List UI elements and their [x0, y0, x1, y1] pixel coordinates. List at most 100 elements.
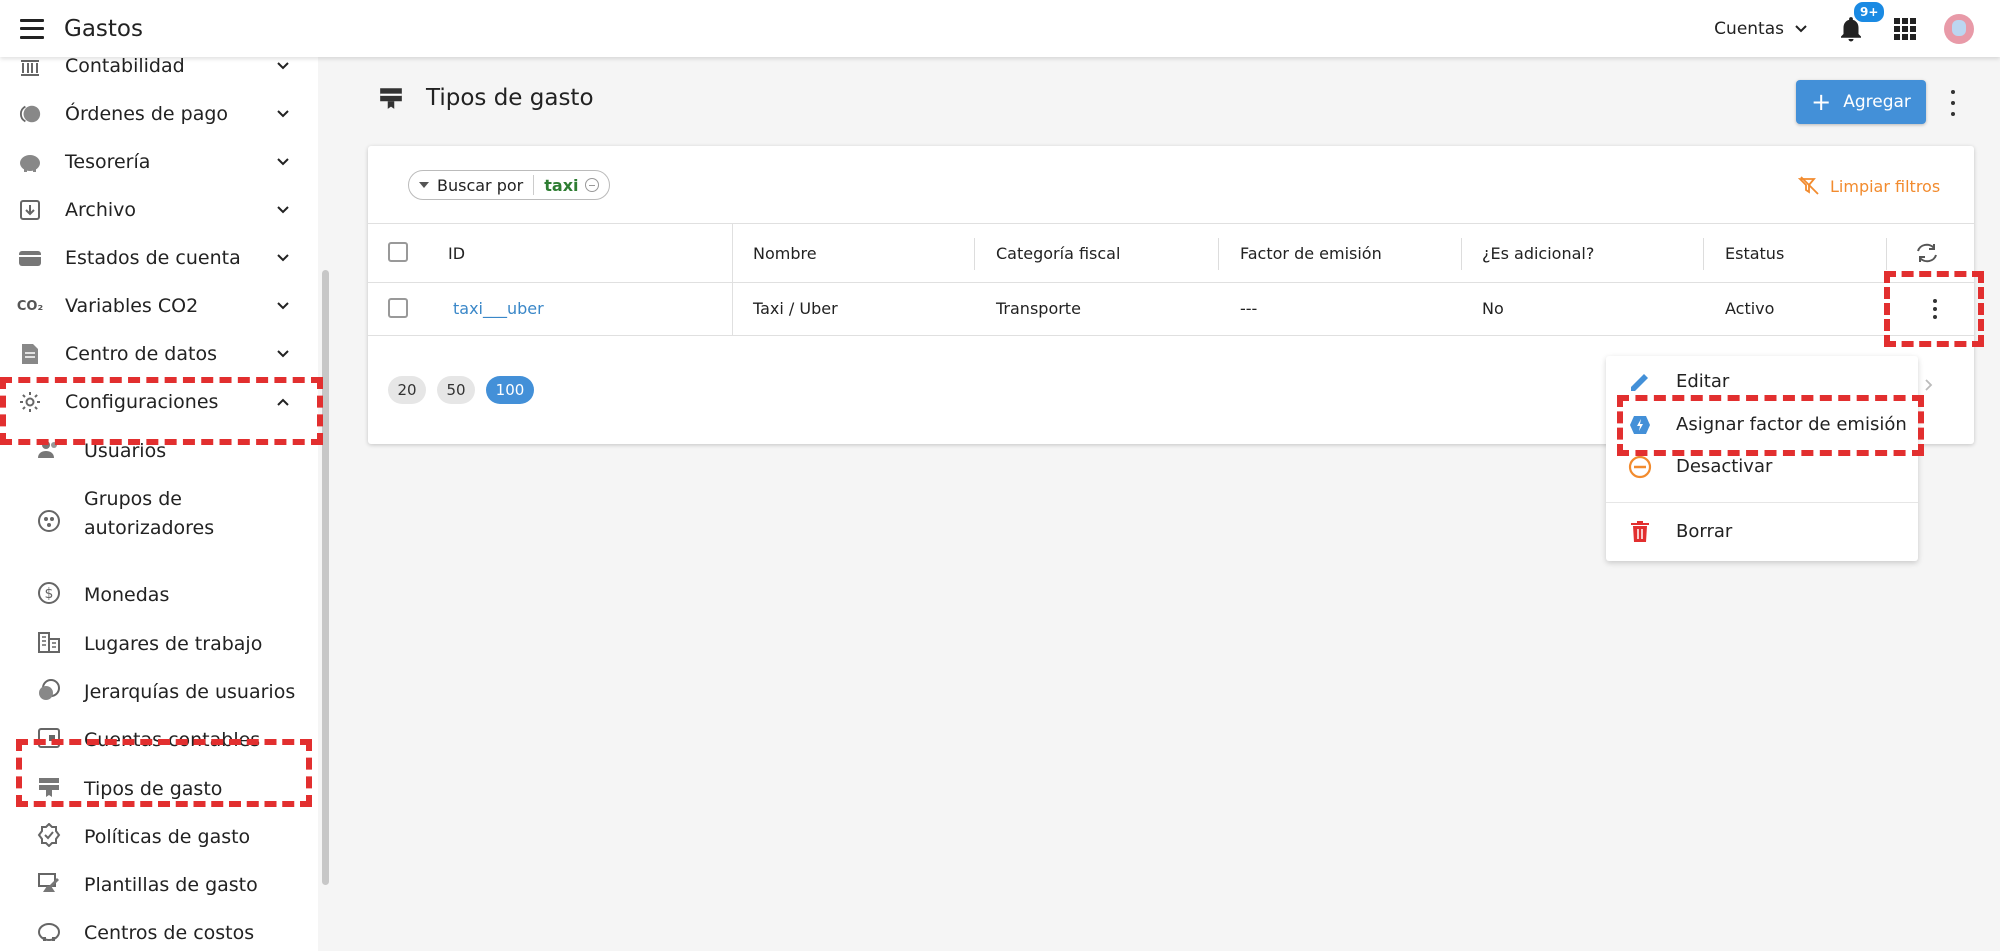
row-checkbox[interactable] [388, 298, 408, 318]
hamburger-menu-icon[interactable] [20, 18, 44, 39]
apps-grid-icon[interactable] [1894, 17, 1916, 40]
column-header-estatus[interactable]: Estatus [1725, 244, 1784, 263]
top-bar-actions: Cuentas 9+ [1714, 0, 2000, 57]
sidebar: Contabilidad Órdenes de pago Tesorería A… [0, 57, 318, 951]
chevron-down-icon [277, 350, 289, 358]
chevron-down-icon [277, 302, 289, 310]
chevron-down-icon [277, 206, 289, 214]
hierarchy-icon [37, 678, 61, 702]
group-icon [37, 509, 61, 533]
column-divider [974, 238, 975, 270]
page-size-20[interactable]: 20 [388, 376, 426, 404]
sidebar-subitem-lugares-de-trabajo[interactable]: Lugares de trabajo [0, 618, 318, 666]
page-title: Tipos de gasto [426, 85, 594, 111]
column-header-es-adicional[interactable]: ¿Es adicional? [1482, 244, 1594, 263]
menu-item-editar[interactable]: Editar [1606, 360, 1918, 404]
minus-circle-icon [1628, 455, 1652, 479]
menu-item-label: Borrar [1676, 521, 1733, 542]
sidebar-subitem-monedas[interactable]: $ Monedas [0, 569, 318, 617]
sidebar-subitem-label: Plantillas de gasto [84, 874, 258, 896]
sidebar-subitem-grupos-de-autorizadores[interactable]: Grupos de autorizadores [0, 483, 318, 561]
row-es-adicional: No [1482, 299, 1504, 318]
sidebar-item-label: Centro de datos [65, 343, 217, 365]
column-header-id[interactable]: ID [448, 244, 465, 263]
sidebar-subitem-politicas-de-gasto[interactable]: Políticas de gasto [0, 811, 318, 859]
users-icon [37, 437, 61, 461]
menu-divider [1606, 502, 1918, 503]
refresh-icon[interactable] [1914, 242, 1940, 264]
sidebar-subitem-plantillas-de-gasto[interactable]: Plantillas de gasto [0, 859, 318, 907]
wallet-icon [18, 246, 42, 270]
sidebar-item-archivo[interactable]: Archivo [0, 186, 318, 234]
chevron-down-icon [277, 254, 289, 262]
sidebar-subitem-usuarios[interactable]: Usuarios [0, 425, 318, 473]
clear-filters-button[interactable]: Limpiar filtros [1798, 176, 1940, 196]
filter-chip[interactable]: Buscar por taxi [408, 170, 610, 200]
page-more-options-icon[interactable] [1948, 90, 1958, 116]
select-all-checkbox[interactable] [388, 242, 408, 262]
sidebar-item-contabilidad[interactable]: Contabilidad [0, 57, 318, 90]
filter-chip-term: taxi [544, 175, 579, 195]
sidebar-subitem-centros-de-costos[interactable]: Centros de costos [0, 907, 318, 951]
menu-item-label: Editar [1676, 371, 1730, 392]
svg-text:$: $ [45, 586, 54, 602]
menu-item-asignar-factor-de-emision[interactable]: Asignar factor de emisión [1606, 403, 1918, 447]
bank-icon [18, 57, 42, 78]
page-header: Tipos de gasto [378, 85, 594, 111]
app-title: Gastos [64, 15, 143, 42]
add-button-label: Agregar [1843, 92, 1911, 112]
row-id-link[interactable]: taxi___uber [453, 299, 544, 318]
sidebar-item-label: Contabilidad [65, 57, 185, 77]
sidebar-item-tesoreria[interactable]: Tesorería [0, 138, 318, 186]
divider [533, 175, 535, 195]
clear-filters-label: Limpiar filtros [1830, 176, 1941, 196]
sidebar-subitem-label: Tipos de gasto [84, 778, 223, 800]
sidebar-scrollbar[interactable] [322, 270, 329, 885]
column-header-nombre[interactable]: Nombre [753, 244, 817, 263]
sidebar-item-label: Tesorería [65, 151, 151, 173]
page-size-100[interactable]: 100 [486, 376, 534, 404]
sidebar-subitem-label: Jerarquías de usuarios [84, 681, 296, 703]
column-header-categoria-fiscal[interactable]: Categoría fiscal [996, 244, 1120, 263]
sidebar-item-estados-de-cuenta[interactable]: Estados de cuenta [0, 234, 318, 282]
sidebar-item-ordenes-de-pago[interactable]: Órdenes de pago [0, 90, 318, 138]
column-divider [1461, 238, 1462, 270]
add-button[interactable]: + Agregar [1796, 80, 1926, 124]
sidebar-subitem-jerarquias-de-usuarios[interactable]: Jerarquías de usuarios [0, 666, 318, 714]
piggy-bank-icon [37, 919, 61, 943]
column-divider [1886, 238, 1887, 270]
building-icon [37, 630, 61, 654]
sidebar-item-centro-de-datos[interactable]: Centro de datos [0, 330, 318, 378]
sidebar-subitem-label: Monedas [84, 584, 170, 606]
user-avatar[interactable] [1944, 13, 1974, 44]
policy-badge-icon [37, 823, 61, 847]
receipt-icon [380, 88, 402, 109]
piggy-bank-icon [18, 150, 42, 174]
sidebar-item-variables-co2[interactable]: CO₂ Variables CO2 [0, 282, 318, 330]
accounts-dropdown[interactable]: Cuentas [1714, 19, 1808, 39]
row-context-menu: Editar Asignar factor de emisión Desacti… [1606, 356, 1918, 561]
row-more-options-icon[interactable] [1930, 299, 1940, 319]
dollar-icon: $ [37, 581, 61, 605]
sidebar-subitem-cuentas-contables[interactable]: Cuentas contables [0, 714, 318, 762]
sidebar-subitem-tipos-de-gasto[interactable]: Tipos de gasto [0, 763, 318, 811]
menu-item-label: Desactivar [1676, 456, 1773, 477]
column-header-factor-de-emision[interactable]: Factor de emisión [1240, 244, 1382, 263]
sidebar-item-configuraciones[interactable]: Configuraciones [0, 378, 318, 426]
sidebar-item-label: Estados de cuenta [65, 247, 241, 269]
gear-icon [18, 390, 42, 414]
menu-item-desactivar[interactable]: Desactivar [1606, 445, 1918, 489]
remove-filter-icon[interactable] [584, 178, 599, 192]
caret-down-icon [419, 182, 429, 188]
sidebar-item-label: Variables CO2 [65, 295, 199, 317]
menu-item-label: Asignar factor de emisión [1676, 414, 1907, 435]
notifications-button[interactable]: 9+ [1836, 0, 1887, 44]
row-nombre: Taxi / Uber [753, 299, 838, 318]
table-row[interactable]: taxi___uber Taxi / Uber Transporte --- N… [368, 283, 1974, 336]
page-size-50[interactable]: 50 [437, 376, 475, 404]
filter-chip-label: Buscar por [437, 175, 524, 195]
row-categoria-fiscal: Transporte [996, 299, 1081, 318]
emission-factor-icon [1630, 416, 1650, 434]
menu-item-borrar[interactable]: Borrar [1606, 510, 1918, 554]
sidebar-item-label: Órdenes de pago [65, 103, 229, 125]
